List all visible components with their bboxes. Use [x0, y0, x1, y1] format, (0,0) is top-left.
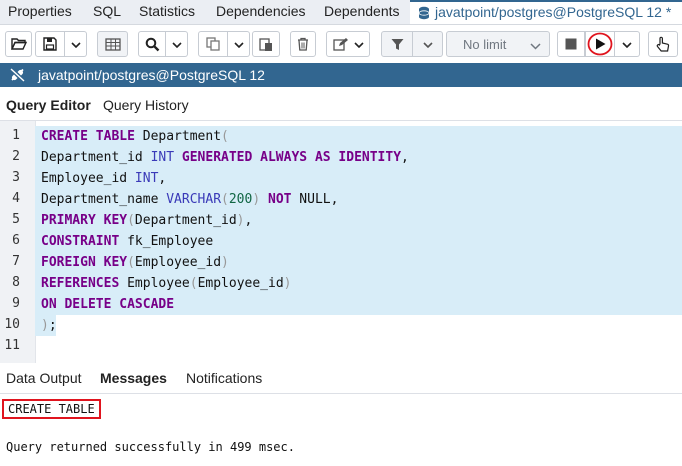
find-options-dropdown[interactable] — [166, 31, 188, 57]
code-line: Department_name VARCHAR(200) NOT NULL, — [35, 189, 682, 210]
code-line: PRIMARY KEY(Department_id), — [35, 210, 682, 231]
filter-button[interactable] — [381, 31, 413, 57]
stop-icon — [565, 38, 577, 50]
tab-dependencies[interactable]: Dependencies — [216, 3, 306, 19]
line-number: 8 — [12, 275, 20, 290]
line-number: 7 — [12, 254, 20, 269]
result-message: CREATE TABLE — [2, 399, 101, 419]
line-number: 9 — [12, 296, 20, 311]
copy-options-dropdown[interactable] — [228, 31, 250, 57]
line-number: 3 — [12, 170, 20, 185]
editor-line: 11 — [0, 336, 682, 357]
code-line: Employee_id INT, — [35, 168, 682, 189]
tab-messages[interactable]: Messages — [100, 370, 167, 386]
output-tab-bar: Data Output Messages Notifications — [0, 363, 682, 394]
editor-line: 4 Department_name VARCHAR(200) NOT NULL, — [0, 189, 682, 210]
code-line: FOREIGN KEY(Employee_id) — [35, 252, 682, 273]
code-line: ON DELETE CASCADE — [35, 294, 682, 315]
line-number: 5 — [12, 212, 20, 227]
chevron-down-icon — [353, 35, 364, 53]
find-icon — [145, 37, 160, 52]
stop-button[interactable] — [557, 31, 585, 57]
tab-sql[interactable]: SQL — [93, 3, 121, 19]
open-file-button[interactable] — [5, 31, 32, 57]
copy-button[interactable] — [198, 31, 228, 57]
find-button[interactable] — [138, 31, 166, 57]
tab-properties[interactable]: Properties — [8, 3, 72, 19]
messages-panel: CREATE TABLE Query returned successfully… — [0, 394, 682, 466]
line-number: 11 — [4, 338, 20, 353]
editor-line: 1 CREATE TABLE Department( — [0, 126, 682, 147]
chevron-down-icon — [530, 38, 541, 53]
panel-tab-bar: Properties SQL Statistics Dependencies D… — [0, 0, 682, 25]
query-tab-bar: Query Editor Query History — [0, 88, 682, 121]
open-file-icon — [10, 37, 27, 51]
rows-limit-select[interactable]: No limit — [446, 31, 550, 57]
editor-line: 6 CONSTRAINT fk_Employee — [0, 231, 682, 252]
cursor-button[interactable] — [648, 31, 678, 57]
connection-status-icon[interactable] — [9, 67, 26, 88]
connection-label: javatpoint/postgres@PostgreSQL 12 — [38, 67, 265, 83]
rows-limit-value: No limit — [463, 37, 507, 52]
filter-options-dropdown[interactable] — [413, 31, 443, 57]
tab-statistics[interactable]: Statistics — [139, 3, 195, 19]
grid-icon — [104, 37, 121, 51]
connection-bar: javatpoint/postgres@PostgreSQL 12 — [0, 63, 682, 87]
editor-line: 5 PRIMARY KEY(Department_id), — [0, 210, 682, 231]
line-number: 10 — [4, 317, 20, 332]
line-number: 2 — [12, 149, 20, 164]
save-button[interactable] — [35, 31, 65, 57]
editor-line: 9 ON DELETE CASCADE — [0, 294, 682, 315]
tab-notifications[interactable]: Notifications — [186, 370, 262, 386]
status-message: Query returned successfully in 499 msec. — [6, 440, 295, 454]
edit-options-dropdown[interactable] — [348, 31, 370, 57]
code-line: REFERENCES Employee(Employee_id) — [35, 273, 682, 294]
editor-line: 3 Employee_id INT, — [0, 168, 682, 189]
code-line: ); — [35, 315, 57, 336]
execute-options-dropdown[interactable] — [615, 31, 640, 57]
execute-button[interactable] — [585, 31, 615, 57]
tab-data-output[interactable]: Data Output — [6, 370, 82, 386]
database-icon — [418, 6, 430, 25]
delete-button[interactable] — [290, 31, 316, 57]
editor-line: 2 Department_id INT GENERATED ALWAYS AS … — [0, 147, 682, 168]
sql-editor[interactable]: 1 CREATE TABLE Department( 2 Department_… — [0, 121, 682, 363]
editor-line: 8 REFERENCES Employee(Employee_id) — [0, 273, 682, 294]
tab-query-tool-label: javatpoint/postgres@PostgreSQL 12 * — [435, 4, 672, 20]
tab-query-tool[interactable]: javatpoint/postgres@PostgreSQL 12 * — [410, 0, 682, 24]
copy-icon — [206, 37, 220, 51]
tab-query-editor[interactable]: Query Editor — [6, 97, 91, 113]
paste-icon — [259, 37, 273, 52]
tab-query-history[interactable]: Query History — [103, 97, 189, 113]
chevron-down-icon — [422, 35, 433, 53]
save-icon — [43, 37, 57, 51]
editor-line: 7 FOREIGN KEY(Employee_id) — [0, 252, 682, 273]
line-number: 6 — [12, 233, 20, 248]
query-toolbar — [0, 25, 682, 64]
save-options-dropdown[interactable] — [65, 31, 87, 57]
chevron-down-icon — [70, 35, 81, 53]
chevron-down-icon — [171, 35, 182, 53]
code-line: CONSTRAINT fk_Employee — [35, 231, 682, 252]
editor-line: 10 ); — [0, 315, 682, 336]
delete-icon — [297, 37, 309, 51]
edit-grid-button[interactable] — [97, 31, 128, 57]
paste-button[interactable] — [252, 31, 280, 57]
tab-dependents[interactable]: Dependents — [324, 3, 400, 19]
line-number: 1 — [12, 128, 20, 143]
line-number: 4 — [12, 191, 20, 206]
filter-icon — [391, 38, 404, 51]
cursor-icon — [656, 36, 670, 52]
code-line: CREATE TABLE Department( — [35, 126, 682, 147]
code-line: Department_id INT GENERATED ALWAYS AS ID… — [35, 147, 682, 168]
chevron-down-icon — [622, 35, 632, 53]
edit-icon — [333, 37, 349, 51]
chevron-down-icon — [233, 35, 244, 53]
execute-icon — [587, 32, 613, 56]
